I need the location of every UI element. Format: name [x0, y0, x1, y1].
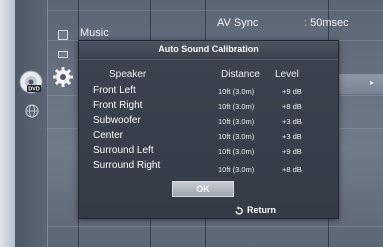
av-sync-label[interactable]: AV Sync — [217, 17, 258, 29]
row-divider — [47, 226, 383, 227]
speaker-name: Subwoofer — [93, 115, 141, 126]
speaker-level: +3 dB — [282, 117, 302, 126]
speaker-name: Front Left — [93, 85, 136, 96]
gear-icon[interactable] — [52, 66, 74, 88]
ok-button[interactable]: OK — [172, 181, 234, 197]
disc-dvd-icon[interactable]: DVD — [19, 70, 43, 94]
speaker-distance: 10ft (3.0m) — [218, 147, 255, 156]
dialog-title-bar: Auto Sound Calibration — [79, 41, 338, 60]
menu-item-music[interactable]: Music — [80, 27, 109, 39]
speaker-name: Surround Left — [93, 145, 154, 156]
return-button[interactable]: Return — [247, 205, 276, 215]
speaker-level: +8 dB — [282, 102, 302, 111]
left-rail — [0, 0, 15, 247]
speaker-distance: 10ft (3.0m) — [218, 165, 255, 174]
column-header-distance: Distance — [221, 69, 260, 80]
dialog-title: Auto Sound Calibration — [158, 44, 259, 54]
speaker-distance: 10ft (3.0m) — [218, 87, 255, 96]
speaker-distance: 10ft (3.0m) — [218, 117, 255, 126]
speaker-distance: 10ft (3.0m) — [218, 132, 255, 141]
menu-item-icon — [58, 51, 68, 58]
speaker-level: +3 dB — [282, 132, 302, 141]
music-icon — [58, 30, 68, 40]
globe-icon[interactable] — [25, 104, 39, 118]
speaker-name: Front Right — [93, 100, 143, 111]
speaker-level: +9 dB — [282, 87, 302, 96]
speaker-name: Center — [93, 130, 124, 141]
auto-sound-calibration-dialog: Auto Sound Calibration Speaker Distance … — [78, 40, 339, 219]
chevron-right-icon: ▸ — [370, 78, 375, 87]
row-divider — [47, 10, 383, 11]
speaker-level: +9 dB — [282, 147, 302, 156]
svg-text:DVD: DVD — [28, 87, 40, 93]
av-sync-value: : 50msec — [304, 17, 349, 29]
speaker-level: +8 dB — [282, 165, 302, 174]
speaker-distance: 10ft (3.0m) — [218, 102, 255, 111]
return-icon[interactable] — [234, 206, 244, 216]
column-header-level: Level — [275, 69, 299, 80]
speaker-name: Surround Right — [93, 160, 161, 171]
column-header-speaker: Speaker — [109, 69, 147, 80]
icon-column — [15, 0, 48, 247]
